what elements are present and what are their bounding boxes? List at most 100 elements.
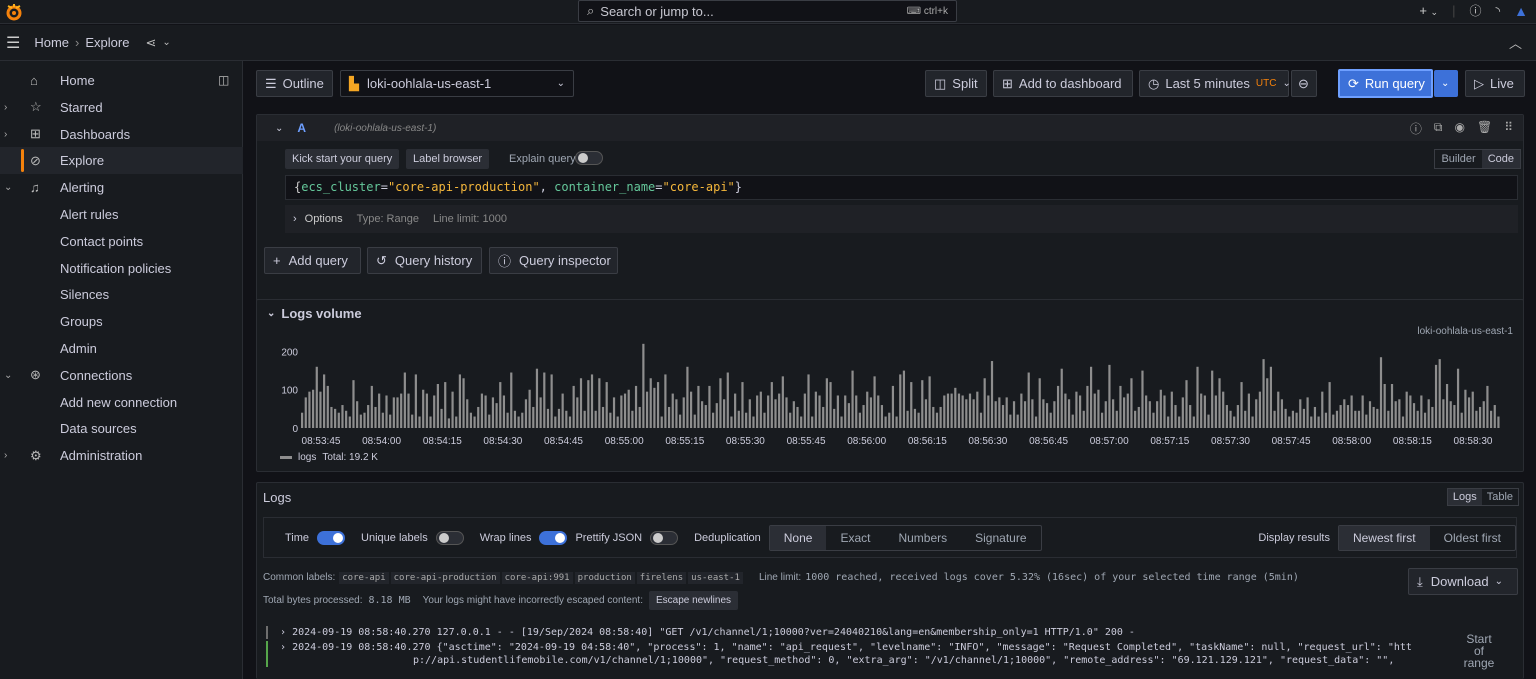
volume-bar[interactable]: [477, 406, 480, 428]
volume-bar[interactable]: [642, 343, 645, 428]
volume-bar[interactable]: [1365, 414, 1368, 428]
volume-bar[interactable]: [855, 395, 858, 428]
dedup-signature[interactable]: Signature: [961, 526, 1040, 550]
volume-bar[interactable]: [1357, 410, 1361, 428]
rss-icon[interactable]: ◝: [1495, 4, 1500, 18]
volume-bar[interactable]: [767, 395, 770, 428]
chevron-icon[interactable]: ›: [4, 450, 7, 461]
volume-bar[interactable]: [1042, 399, 1045, 428]
volume-bar[interactable]: [374, 406, 377, 428]
volume-bar[interactable]: [1104, 401, 1107, 428]
volume-bar[interactable]: [1453, 405, 1456, 428]
volume-bar[interactable]: [359, 414, 362, 428]
volume-bar[interactable]: [1075, 391, 1078, 428]
volume-bar[interactable]: [433, 395, 436, 428]
volume-bar[interactable]: [1379, 357, 1383, 428]
volume-bar[interactable]: [781, 376, 784, 428]
volume-bar[interactable]: [701, 401, 704, 428]
time-toggle[interactable]: [317, 530, 346, 545]
volume-bar[interactable]: [583, 410, 586, 428]
add-new-button[interactable]: + ⌄: [1419, 3, 1438, 18]
oldest-first-option[interactable]: Oldest first: [1430, 526, 1515, 550]
volume-bar[interactable]: [491, 397, 495, 428]
volume-bar[interactable]: [1277, 391, 1280, 428]
volume-bar[interactable]: [480, 393, 484, 428]
volume-bar[interactable]: [1394, 401, 1397, 428]
volume-bar[interactable]: [888, 412, 891, 428]
volume-bar[interactable]: [979, 412, 983, 428]
volume-bar[interactable]: [778, 393, 781, 428]
volume-bar[interactable]: [609, 412, 612, 428]
help-icon[interactable]: ⓘ: [1469, 2, 1481, 19]
outline-button[interactable]: ☰ Outline: [256, 70, 333, 97]
volume-bar[interactable]: [352, 380, 355, 428]
volume-bar[interactable]: [1045, 403, 1049, 428]
volume-bar[interactable]: [730, 416, 733, 428]
volume-bar[interactable]: [723, 399, 726, 428]
volume-bar[interactable]: [917, 412, 920, 428]
volume-bar[interactable]: [1262, 359, 1265, 428]
run-query-button[interactable]: ⟳ Run query: [1338, 69, 1433, 98]
volume-bar[interactable]: [1126, 393, 1129, 428]
volume-bar[interactable]: [1372, 406, 1375, 428]
volume-bar[interactable]: [312, 389, 315, 428]
volume-bar[interactable]: [1350, 395, 1353, 428]
volume-bar[interactable]: [671, 393, 674, 428]
volume-bar[interactable]: [943, 395, 946, 428]
volume-bar[interactable]: [1005, 397, 1008, 428]
volume-bar[interactable]: [756, 395, 759, 428]
volume-bar[interactable]: [572, 385, 575, 428]
volume-bar[interactable]: [1302, 408, 1306, 428]
volume-bar[interactable]: [1211, 370, 1214, 428]
volume-bar[interactable]: [1387, 410, 1390, 428]
volume-bar[interactable]: [807, 374, 810, 428]
volume-bar[interactable]: [1056, 385, 1060, 428]
volume-bar[interactable]: [1016, 414, 1019, 428]
volume-bar[interactable]: [972, 399, 975, 428]
sidebar-item-data-sources[interactable]: Data sources: [0, 415, 243, 442]
volume-bar[interactable]: [1156, 401, 1159, 428]
volume-bar[interactable]: [1082, 410, 1085, 428]
volume-bar[interactable]: [866, 391, 869, 428]
volume-bar[interactable]: [1310, 416, 1313, 428]
volume-bar[interactable]: [836, 395, 839, 428]
volume-bar[interactable]: [697, 385, 700, 428]
volume-bar[interactable]: [924, 399, 928, 428]
volume-bar[interactable]: [341, 405, 344, 428]
volume-bar[interactable]: [1328, 382, 1331, 428]
volume-bar[interactable]: [499, 382, 502, 428]
sidebar-item-administration[interactable]: › ⚙ Administration: [0, 442, 243, 469]
volume-bar[interactable]: [847, 403, 850, 428]
volume-bar[interactable]: [689, 391, 693, 428]
volume-bar[interactable]: [1423, 412, 1427, 428]
volume-bar[interactable]: [796, 406, 799, 428]
volume-bar[interactable]: [561, 393, 564, 428]
sidebar-item-connections[interactable]: ⌄ ⊛ Connections: [0, 362, 243, 389]
volume-bar[interactable]: [1258, 391, 1261, 428]
volume-bar[interactable]: [884, 416, 887, 428]
volume-bar[interactable]: [873, 376, 876, 428]
volume-bar[interactable]: [1214, 395, 1217, 428]
volume-bar[interactable]: [323, 374, 326, 428]
volume-bar[interactable]: [1174, 405, 1177, 428]
volume-bar[interactable]: [590, 374, 594, 428]
volume-bar[interactable]: [1207, 414, 1210, 428]
volume-bar[interactable]: [950, 393, 953, 428]
volume-bar[interactable]: [396, 397, 399, 428]
volume-bar[interactable]: [484, 395, 487, 428]
volume-bar[interactable]: [792, 401, 795, 428]
volume-bar[interactable]: [1178, 416, 1181, 428]
volume-bar[interactable]: [686, 366, 689, 428]
volume-bar[interactable]: [1023, 401, 1027, 428]
volume-bar[interactable]: [1137, 406, 1140, 428]
volume-bar[interactable]: [1112, 399, 1115, 428]
volume-bar[interactable]: [1236, 405, 1239, 428]
volume-bar[interactable]: [1321, 391, 1324, 428]
volume-bar[interactable]: [1269, 366, 1273, 428]
volume-bar[interactable]: [1071, 414, 1074, 428]
drag-handle-icon[interactable]: ⠿: [1504, 120, 1513, 137]
volume-bar[interactable]: [587, 380, 590, 428]
volume-bar[interactable]: [1240, 382, 1243, 428]
volume-bar[interactable]: [568, 416, 572, 428]
volume-bar[interactable]: [1200, 393, 1203, 428]
